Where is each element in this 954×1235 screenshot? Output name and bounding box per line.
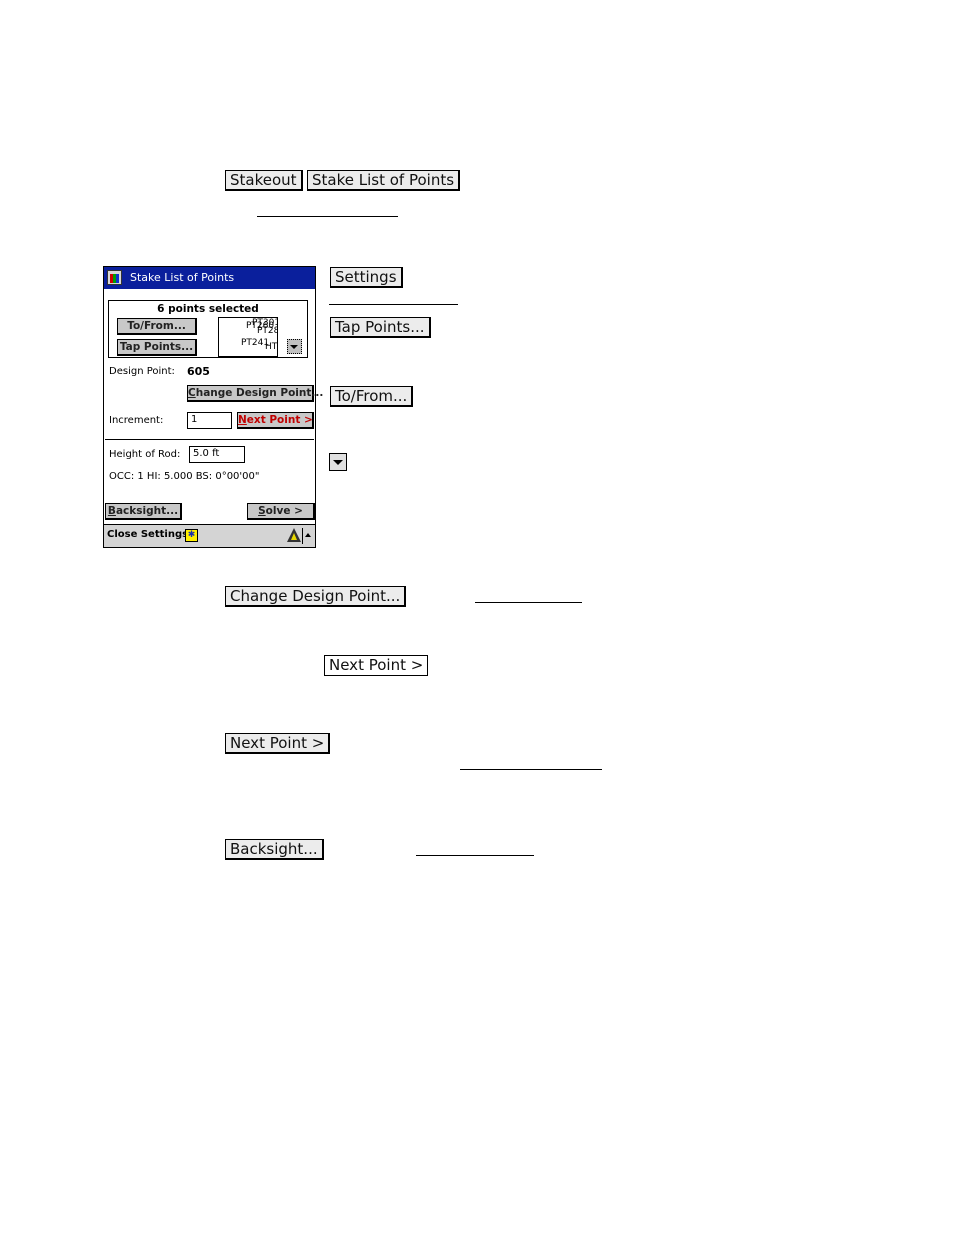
points-selected-label: 6 points selected bbox=[157, 303, 259, 315]
height-of-rod-label: Height of Rod: bbox=[109, 449, 181, 460]
input-panel-up-icon[interactable] bbox=[305, 533, 311, 537]
design-point-label: Design Point: bbox=[109, 366, 175, 377]
stake-list-of-points-button[interactable]: Stake List of Points bbox=[307, 170, 461, 191]
mnemonic: N bbox=[238, 414, 247, 426]
design-point-value: 605 bbox=[187, 365, 210, 378]
next-point-button[interactable]: Next Point > bbox=[237, 412, 314, 429]
survey-status-icon[interactable] bbox=[287, 528, 301, 542]
window-title: Stake List of Points bbox=[130, 271, 235, 284]
tap-points-ref-button[interactable]: Tap Points... bbox=[330, 317, 431, 338]
to-from-button[interactable]: To/From... bbox=[117, 318, 197, 335]
solve-button[interactable]: Solve > bbox=[247, 503, 315, 520]
height-of-rod-input[interactable]: 5.0 ft bbox=[189, 446, 245, 463]
selection-group: 6 points selected To/From... Tap Points.… bbox=[108, 300, 308, 358]
backsight-ref-button[interactable]: Backsight... bbox=[225, 839, 324, 860]
mnemonic: B bbox=[107, 505, 116, 517]
title-bar: Stake List of Points bbox=[104, 267, 315, 289]
tap-points-button[interactable]: Tap Points... bbox=[117, 339, 197, 356]
blank-line bbox=[460, 769, 602, 770]
mnemonic: C bbox=[188, 387, 196, 399]
next-point-ref-button[interactable]: Next Point > bbox=[324, 655, 429, 676]
settings-button[interactable]: Settings bbox=[330, 267, 403, 288]
blank-line bbox=[257, 216, 398, 217]
button-label: hange Design Point... bbox=[195, 387, 324, 399]
increment-label: Increment: bbox=[109, 415, 164, 426]
chevron-down-icon[interactable] bbox=[329, 453, 347, 471]
button-label: ext Point > bbox=[246, 414, 313, 426]
windows-flag-icon bbox=[107, 270, 122, 285]
star-icon[interactable]: ✱ bbox=[185, 529, 198, 542]
change-design-point-ref-button[interactable]: Change Design Point... bbox=[225, 586, 407, 607]
divider bbox=[302, 528, 303, 544]
points-map-preview[interactable]: PT301 PT260 PT28 PT241 HT bbox=[218, 317, 278, 357]
blank-line bbox=[475, 602, 582, 603]
stakeout-button[interactable]: Stakeout bbox=[225, 170, 303, 191]
blank-line bbox=[416, 855, 534, 856]
button-label: acksight... bbox=[115, 505, 179, 517]
stake-list-of-points-window: Stake List of Points 6 points selected T… bbox=[103, 266, 323, 548]
backsight-button[interactable]: Backsight... bbox=[105, 503, 182, 520]
map-label: HT bbox=[265, 342, 278, 352]
divider bbox=[105, 439, 314, 440]
increment-input[interactable]: 1 bbox=[187, 412, 232, 429]
next-point-ref-button-2[interactable]: Next Point > bbox=[225, 733, 331, 754]
change-design-point-button[interactable]: Change Design Point... bbox=[187, 385, 323, 402]
close-settings-menu[interactable]: Close Settings bbox=[107, 529, 188, 540]
map-dropdown-button[interactable] bbox=[287, 339, 302, 354]
to-from-ref-button[interactable]: To/From... bbox=[330, 386, 414, 407]
command-bar: Close Settings ✱ bbox=[104, 524, 315, 547]
occupied-status-line: OCC: 1 HI: 5.000 BS: 0°00'00" bbox=[109, 471, 260, 482]
map-label: PT28 bbox=[257, 326, 278, 336]
mnemonic: S bbox=[258, 505, 266, 517]
button-label: olve > bbox=[265, 505, 303, 517]
blank-line bbox=[329, 304, 458, 305]
